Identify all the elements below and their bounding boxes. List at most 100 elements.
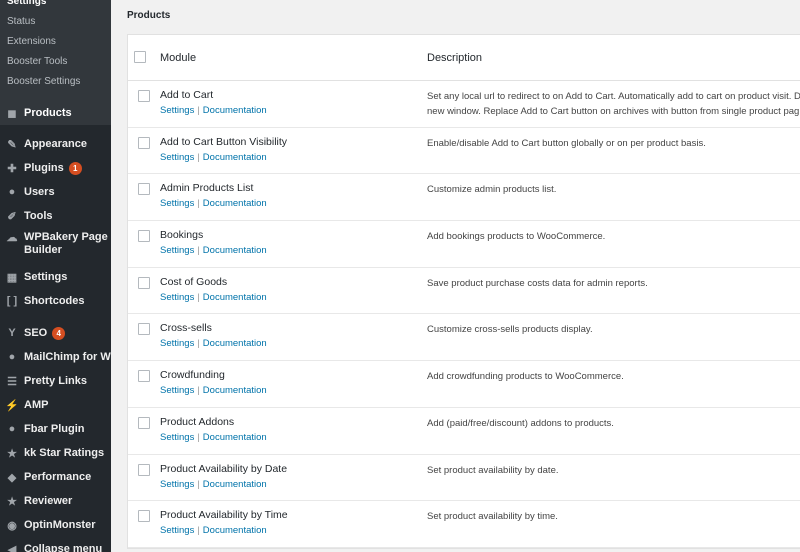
table-row: Crowdfunding Settings | Documentation Add cr…: [128, 361, 800, 408]
module-checkbox[interactable]: [138, 230, 150, 243]
module-documentation-link[interactable]: Documentation: [203, 198, 267, 209]
module-checkbox[interactable]: [138, 510, 150, 523]
module-links: Settings | Documentation: [160, 385, 267, 396]
sidebar-item-label: Products: [24, 107, 72, 119]
module-documentation-link[interactable]: Documentation: [203, 479, 267, 490]
sidebar-item-plugins[interactable]: ✚ Plugins 1: [0, 156, 111, 180]
wrench-icon: ✐: [7, 210, 17, 223]
sidebar-item-label: Users: [24, 186, 55, 198]
module-name: Product Addons: [160, 415, 235, 428]
sidebar-item-label: Pretty Links: [24, 375, 87, 387]
module-description: Set product availability by time.: [427, 511, 558, 523]
fbar-icon: ●: [8, 423, 16, 435]
module-checkbox[interactable]: [138, 370, 150, 383]
column-header-description: Description: [427, 52, 483, 64]
sidebar-item-performance[interactable]: ◆ Performance: [0, 465, 111, 489]
submenu-item-booster-tools[interactable]: Booster Tools: [0, 52, 111, 72]
module-settings-link[interactable]: Settings: [160, 432, 194, 443]
module-settings-link[interactable]: Settings: [160, 245, 194, 256]
sidebar-item-appearance[interactable]: ✎ Appearance: [0, 132, 111, 156]
module-documentation-link[interactable]: Documentation: [203, 385, 267, 396]
module-checkbox[interactable]: [138, 90, 150, 102]
module-checkbox[interactable]: [138, 416, 150, 429]
sidebar-item-pretty-links[interactable]: ☰ Pretty Links: [0, 369, 111, 393]
module-documentation-link[interactable]: Documentation: [203, 105, 267, 116]
link-separator: |: [197, 385, 200, 397]
module-settings-link[interactable]: Settings: [160, 479, 194, 490]
shortcodes-icon: [ ]: [6, 295, 18, 307]
module-description: Save product purchase costs data for adm…: [427, 277, 648, 289]
sidebar-item-wpbakery-page-builder[interactable]: ☁ WPBakery Page Builder: [0, 228, 111, 264]
sidebar-item-label: Tools: [24, 210, 53, 222]
module-name: Product Availability by Time: [160, 509, 288, 522]
submenu-item-status[interactable]: Status: [0, 12, 111, 32]
paintbrush-icon: ✎: [7, 138, 17, 151]
modules-table: Module Description Add to Cart Settings | D…: [127, 34, 800, 549]
module-documentation-link[interactable]: Documentation: [203, 525, 267, 536]
module-name: Crowdfunding: [160, 369, 225, 382]
link-separator: |: [197, 338, 200, 350]
module-settings-link[interactable]: Settings: [160, 292, 194, 303]
sidebar-item-kk-star-ratings[interactable]: ★ kk Star Ratings: [0, 441, 111, 465]
sidebar-item-settings[interactable]: ▦ Settings: [0, 265, 111, 289]
module-links: Settings | Documentation: [160, 198, 267, 209]
sidebar-item-shortcodes[interactable]: [ ] Shortcodes: [0, 289, 111, 313]
module-links: Settings | Documentation: [160, 152, 267, 163]
table-row: Add to Cart Button Visibility Settings | Do…: [128, 128, 800, 175]
module-name: Add to Cart Button Visibility: [160, 135, 288, 148]
module-settings-link[interactable]: Settings: [160, 198, 194, 209]
module-links: Settings | Documentation: [160, 292, 267, 303]
sidebar-item-label: Plugins: [24, 162, 64, 174]
module-checkbox[interactable]: [138, 463, 150, 476]
module-checkbox[interactable]: [138, 276, 150, 289]
products-icon: ◼: [7, 107, 17, 120]
sidebar-item-tools[interactable]: ✐ Tools: [0, 204, 111, 228]
column-header-module[interactable]: Module: [160, 52, 196, 64]
sidebar-item-reviewer[interactable]: ★ Reviewer: [0, 489, 111, 513]
sidebar-item-fbar-plugin[interactable]: ● Fbar Plugin: [0, 417, 111, 441]
module-settings-link[interactable]: Settings: [160, 338, 194, 349]
table-body: Add to Cart Settings | Documentation Set any…: [128, 81, 800, 548]
module-name: Add to Cart: [160, 89, 214, 101]
wpbakery-icon: ☁: [6, 231, 18, 244]
sidebar-item-collapse-menu[interactable]: ◀ Collapse menu: [0, 537, 111, 552]
update-count-badge: 1: [68, 161, 82, 175]
module-checkbox[interactable]: [138, 183, 150, 196]
module-name: Admin Products List: [160, 182, 254, 195]
table-row: Admin Products List Settings | Documentatio…: [128, 174, 800, 222]
module-settings-link[interactable]: Settings: [160, 525, 194, 536]
module-settings-link[interactable]: Settings: [160, 152, 194, 163]
select-all-checkbox[interactable]: [134, 51, 146, 63]
plugin-icon: ✚: [7, 162, 17, 175]
module-documentation-link[interactable]: Documentation: [203, 245, 267, 256]
module-settings-link[interactable]: Settings: [160, 105, 194, 116]
module-links: Settings | Documentation: [160, 479, 267, 490]
module-documentation-link[interactable]: Documentation: [203, 432, 267, 443]
star-icon: ★: [7, 447, 17, 460]
sidebar-item-seo[interactable]: Y SEO 4: [0, 321, 111, 345]
module-links: Settings | Documentation: [160, 432, 267, 443]
module-settings-link[interactable]: Settings: [160, 385, 194, 396]
sidebar-item-optinmonster[interactable]: ◉ OptinMonster: [0, 513, 111, 537]
sidebar-item-products[interactable]: ◼ Products: [0, 101, 111, 125]
submenu-item-settings[interactable]: Settings: [0, 0, 111, 12]
module-checkbox[interactable]: [138, 136, 150, 149]
update-count-badge: 4: [52, 326, 66, 340]
sidebar-item-amp[interactable]: ⚡ AMP: [0, 393, 111, 417]
reviewer-icon: ★: [7, 495, 17, 508]
optinmonster-icon: ◉: [7, 519, 17, 532]
sidebar-item-label: OptinMonster: [24, 519, 96, 531]
module-documentation-link[interactable]: Documentation: [203, 152, 267, 163]
submenu-item-booster-settings[interactable]: Booster Settings: [0, 72, 111, 92]
module-documentation-link[interactable]: Documentation: [203, 292, 267, 303]
module-checkbox[interactable]: [138, 323, 150, 336]
main-content: Products Module Description Add to Cart S…: [111, 0, 800, 552]
sidebar-item-users[interactable]: ● Users: [0, 180, 111, 204]
amp-icon: ⚡: [5, 399, 19, 412]
table-row: Add to Cart Settings | Documentation Set any…: [128, 81, 800, 128]
sidebar-item-mailchimp-for-wp[interactable]: ● MailChimp for WP: [0, 345, 111, 369]
settings-icon: ▦: [6, 271, 18, 284]
link-separator: |: [197, 105, 200, 116]
module-documentation-link[interactable]: Documentation: [203, 338, 267, 349]
submenu-item-extensions[interactable]: Extensions: [0, 32, 111, 52]
